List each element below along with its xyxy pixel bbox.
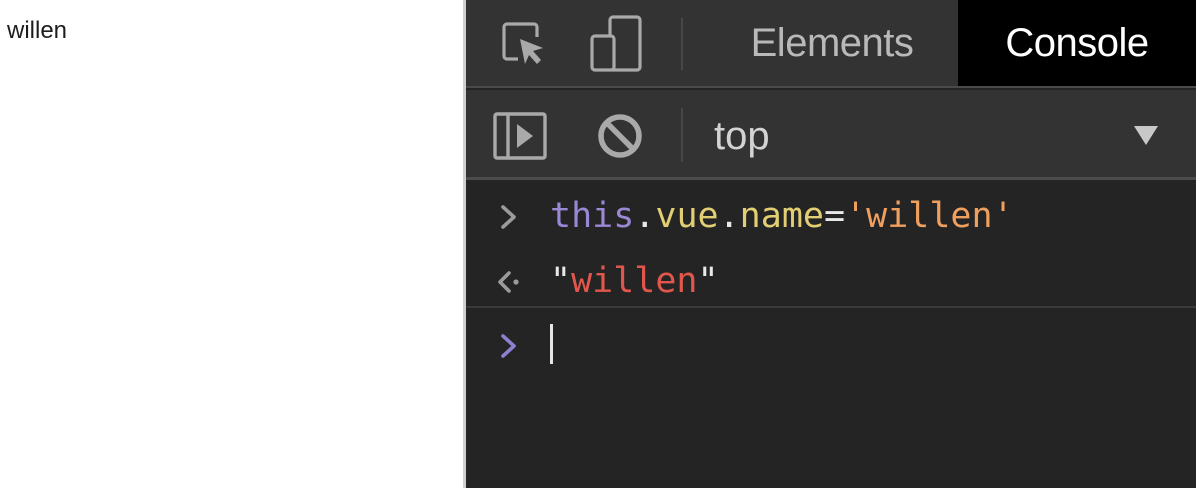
code-property: vue	[655, 196, 719, 236]
dropdown-arrow-icon	[1134, 126, 1158, 145]
show-console-sidebar-button[interactable]	[488, 104, 552, 168]
devtools-panel: Elements Console top this.vue.name='will…	[466, 0, 1196, 488]
clear-console-icon	[598, 114, 642, 158]
page-text: willen	[7, 17, 68, 44]
code-string: 'willen'	[845, 196, 1014, 236]
device-toolbar-icon	[590, 15, 642, 72]
device-toolbar-button[interactable]	[584, 12, 648, 76]
inspect-element-button[interactable]	[492, 12, 556, 76]
code-dot: .	[634, 196, 656, 236]
console-toolbar: top	[466, 90, 1196, 180]
console-prompt-input[interactable]	[550, 322, 1170, 366]
inspect-element-icon	[502, 22, 543, 64]
code-operator: =	[823, 196, 846, 236]
result-open-quote: "	[550, 261, 572, 301]
console-prompt	[466, 308, 1196, 378]
devtools-tabbar: Elements Console	[466, 0, 1196, 88]
result-arrow-icon	[494, 264, 524, 300]
code-keyword: this	[550, 196, 635, 236]
context-dropdown-button[interactable]	[1128, 120, 1164, 150]
input-chevron-icon	[494, 199, 524, 235]
result-string: willen	[571, 261, 698, 301]
toolbar-separator	[681, 108, 683, 162]
show-console-sidebar-icon	[493, 112, 547, 160]
console-result-entry: "willen"	[466, 246, 1196, 308]
screen: willen Elements Console top this.vue.nam…	[0, 0, 1196, 488]
input-code: this.vue.name='willen'	[550, 196, 1014, 236]
console-messages[interactable]: this.vue.name='willen' "willen"	[466, 183, 1196, 488]
code-property: name	[739, 196, 824, 236]
tab-console[interactable]: Console	[958, 0, 1196, 86]
clear-console-button[interactable]	[588, 104, 652, 168]
page-viewport: willen	[0, 0, 463, 488]
code-dot: .	[718, 196, 740, 236]
toolbar-separator	[681, 18, 683, 70]
console-input-entry: this.vue.name='willen'	[466, 183, 1196, 246]
execution-context-selector[interactable]: top	[714, 114, 770, 158]
text-caret	[550, 324, 553, 364]
prompt-chevron-icon	[494, 328, 524, 364]
tab-elements[interactable]: Elements	[728, 0, 936, 86]
result-value[interactable]: "willen"	[550, 261, 719, 301]
result-close-quote: "	[697, 261, 719, 301]
